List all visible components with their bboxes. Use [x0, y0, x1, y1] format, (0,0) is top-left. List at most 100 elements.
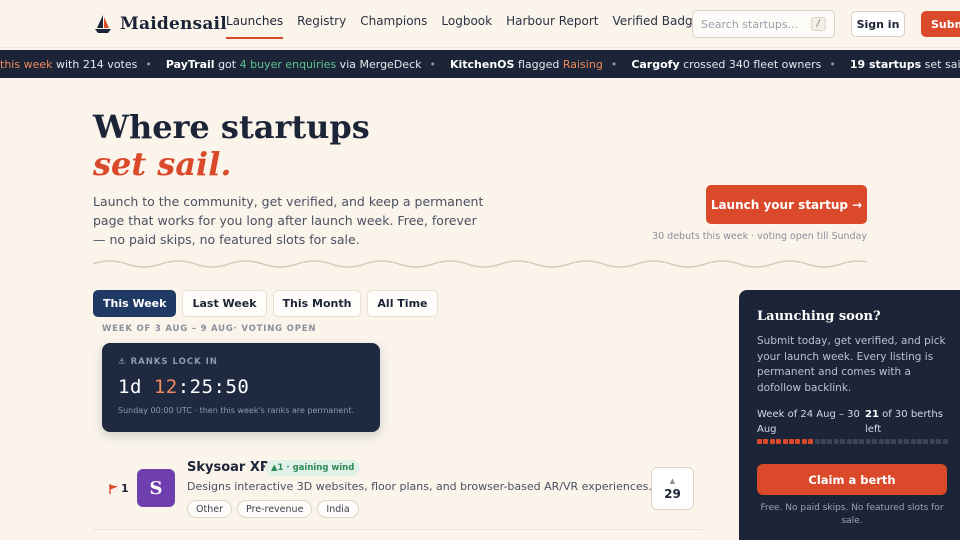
- ticker-separator: •: [145, 57, 152, 71]
- tag-chip[interactable]: Pre-revenue: [236, 500, 313, 518]
- tab-this-month[interactable]: This Month: [272, 290, 362, 317]
- berth-dot-open: [942, 439, 948, 444]
- ticker-text: 4 buyer enquiries: [239, 57, 337, 71]
- ticker-text: this week: [0, 57, 53, 71]
- berth-dot-taken: [757, 439, 762, 444]
- flag-icon: [109, 483, 118, 494]
- countdown-label-text: RANKS LOCK IN: [130, 357, 218, 367]
- claim-berth-button[interactable]: Claim a berth: [757, 464, 947, 495]
- berth-dot-taken: [789, 439, 794, 444]
- nav-registry[interactable]: Registry: [297, 14, 346, 39]
- nav-verified-badge[interactable]: Verified Badge: [613, 14, 701, 39]
- trend-badge: ▲1 · gaining wind: [265, 460, 361, 476]
- listing-row[interactable]: 1 S Skysoar XR ▲1 · gaining wind Designs…: [93, 452, 703, 530]
- ticker-text: with 214 votes: [52, 57, 138, 71]
- ticker-text: set sail this week: [924, 57, 960, 71]
- rank-indicator: 1: [109, 482, 129, 495]
- ticker-separator: •: [610, 57, 618, 71]
- top-header: Maidensail Launches Registry Champions L…: [0, 0, 960, 48]
- berth-dot-taken: [795, 439, 801, 444]
- berth-dot-open: [910, 439, 916, 444]
- berth-dot-open: [814, 439, 820, 444]
- main-nav: Launches Registry Champions Logbook Harb…: [226, 14, 714, 39]
- ticker-text: 19 startups: [849, 57, 922, 71]
- countdown-hours: 12: [153, 376, 178, 398]
- ticker-separator: •: [429, 57, 436, 71]
- search-placeholder: Search startups...: [701, 17, 799, 31]
- tag-chip[interactable]: India: [317, 500, 359, 518]
- ticker-text: via MergeDeck: [336, 57, 422, 71]
- sailboat-icon: [95, 15, 111, 33]
- ticker-separator: •: [829, 57, 836, 71]
- tab-last-week[interactable]: Last Week: [182, 290, 267, 317]
- tab-all-time[interactable]: All Time: [367, 290, 438, 317]
- ticker-text: crossed 340 fleet owners: [679, 57, 822, 71]
- ranks-countdown: ⚓ RANKS LOCK IN 1d 12:25:50 Sunday 00:00…: [102, 343, 380, 432]
- ticker-item: this week with 214 votes •: [0, 58, 152, 71]
- nav-champions[interactable]: Champions: [360, 14, 427, 39]
- launch-startup-button[interactable]: Launch your startup →: [706, 185, 867, 224]
- berth-dot-open: [878, 439, 884, 444]
- tag-chip[interactable]: Other: [187, 500, 232, 518]
- berth-dot-open: [891, 439, 897, 444]
- ticker-text: flagged: [514, 57, 563, 71]
- berths-count: 21: [865, 409, 879, 420]
- vote-count: 29: [664, 486, 681, 501]
- berth-dot-taken: [808, 439, 814, 444]
- countdown-note: Sunday 00:00 UTC · then this week's rank…: [118, 406, 355, 415]
- berths-left: 21 of 30 berths left: [865, 407, 960, 437]
- berth-dot-taken: [801, 439, 807, 444]
- signin-button[interactable]: Sign in: [851, 11, 905, 37]
- ticker-item: KitchenOS flagged Raising •: [450, 58, 617, 71]
- launching-soon-panel: Launching soon? Submit today, get verifi…: [739, 290, 960, 540]
- product-description: Designs interactive 3D websites, floor p…: [187, 480, 652, 493]
- berth-dot-open: [923, 439, 929, 444]
- berth-dots: [757, 439, 957, 445]
- hero-title-accent: set sail.: [93, 145, 232, 183]
- berth-dot-open: [865, 439, 871, 444]
- berth-dot-taken: [769, 439, 775, 444]
- brand-name: Maidensail: [120, 14, 227, 34]
- berth-dot-open: [929, 439, 935, 444]
- anchor-icon: ⚓: [118, 357, 131, 367]
- berth-dot-open: [904, 439, 910, 444]
- countdown-timer: 1d 12:25:50: [118, 376, 249, 398]
- berth-dot-open: [846, 439, 852, 444]
- ticker-text: KitchenOS: [449, 57, 515, 71]
- week-label: WEEK OF 3 AUG – 9 AUG· VOTING OPEN: [102, 324, 317, 334]
- ticker-text: got: [214, 57, 240, 71]
- berth-dot-open: [917, 439, 922, 444]
- hero-description: Launch to the community, get verified, a…: [93, 194, 484, 247]
- berth-dot-open: [833, 439, 839, 444]
- ticker-item: PayTrail got 4 buyer enquiries via Merge…: [166, 58, 436, 71]
- countdown-label: ⚓ RANKS LOCK IN: [118, 357, 218, 367]
- upvote-button[interactable]: ▲ 29: [651, 467, 694, 510]
- berth-dot-open: [821, 439, 826, 444]
- search-input[interactable]: Search startups... /: [692, 10, 835, 38]
- berth-dot-open: [827, 439, 833, 444]
- nav-launches[interactable]: Launches: [226, 14, 284, 39]
- berth-dot-open: [897, 439, 903, 444]
- ticker-text: PayTrail: [165, 57, 215, 71]
- nav-harbour-report[interactable]: Harbour Report: [506, 14, 598, 39]
- product-avatar[interactable]: S: [137, 469, 175, 507]
- launch-note: 30 debuts this week · voting open till S…: [652, 231, 867, 242]
- ticker-item: Cargofy crossed 340 fleet owners •: [631, 58, 836, 71]
- submit-button[interactable]: Submit: [921, 11, 960, 37]
- hero-title: Where startups: [93, 108, 370, 146]
- berth-dot-taken: [776, 439, 782, 444]
- berth-dot-taken: [763, 439, 769, 444]
- ticker-item: 19 startups set sail this week•: [850, 58, 960, 71]
- wave-divider: [93, 260, 867, 268]
- ticker-text: Raising: [562, 57, 603, 71]
- brand-logo[interactable]: Maidensail: [94, 12, 227, 36]
- ticker-text: Cargofy: [631, 57, 680, 71]
- berth-dot-open: [872, 439, 878, 444]
- panel-week: Week of 24 Aug – 30 Aug: [757, 409, 860, 435]
- berth-dot-open: [859, 439, 865, 444]
- nav-logbook[interactable]: Logbook: [441, 14, 492, 39]
- tab-this-week[interactable]: This Week: [93, 290, 177, 317]
- product-name[interactable]: Skysoar XR: [187, 460, 270, 475]
- countdown-minutes-seconds: :25:50: [177, 376, 250, 398]
- activity-ticker: this week with 214 votes • PayTrail got 4 …: [0, 50, 960, 78]
